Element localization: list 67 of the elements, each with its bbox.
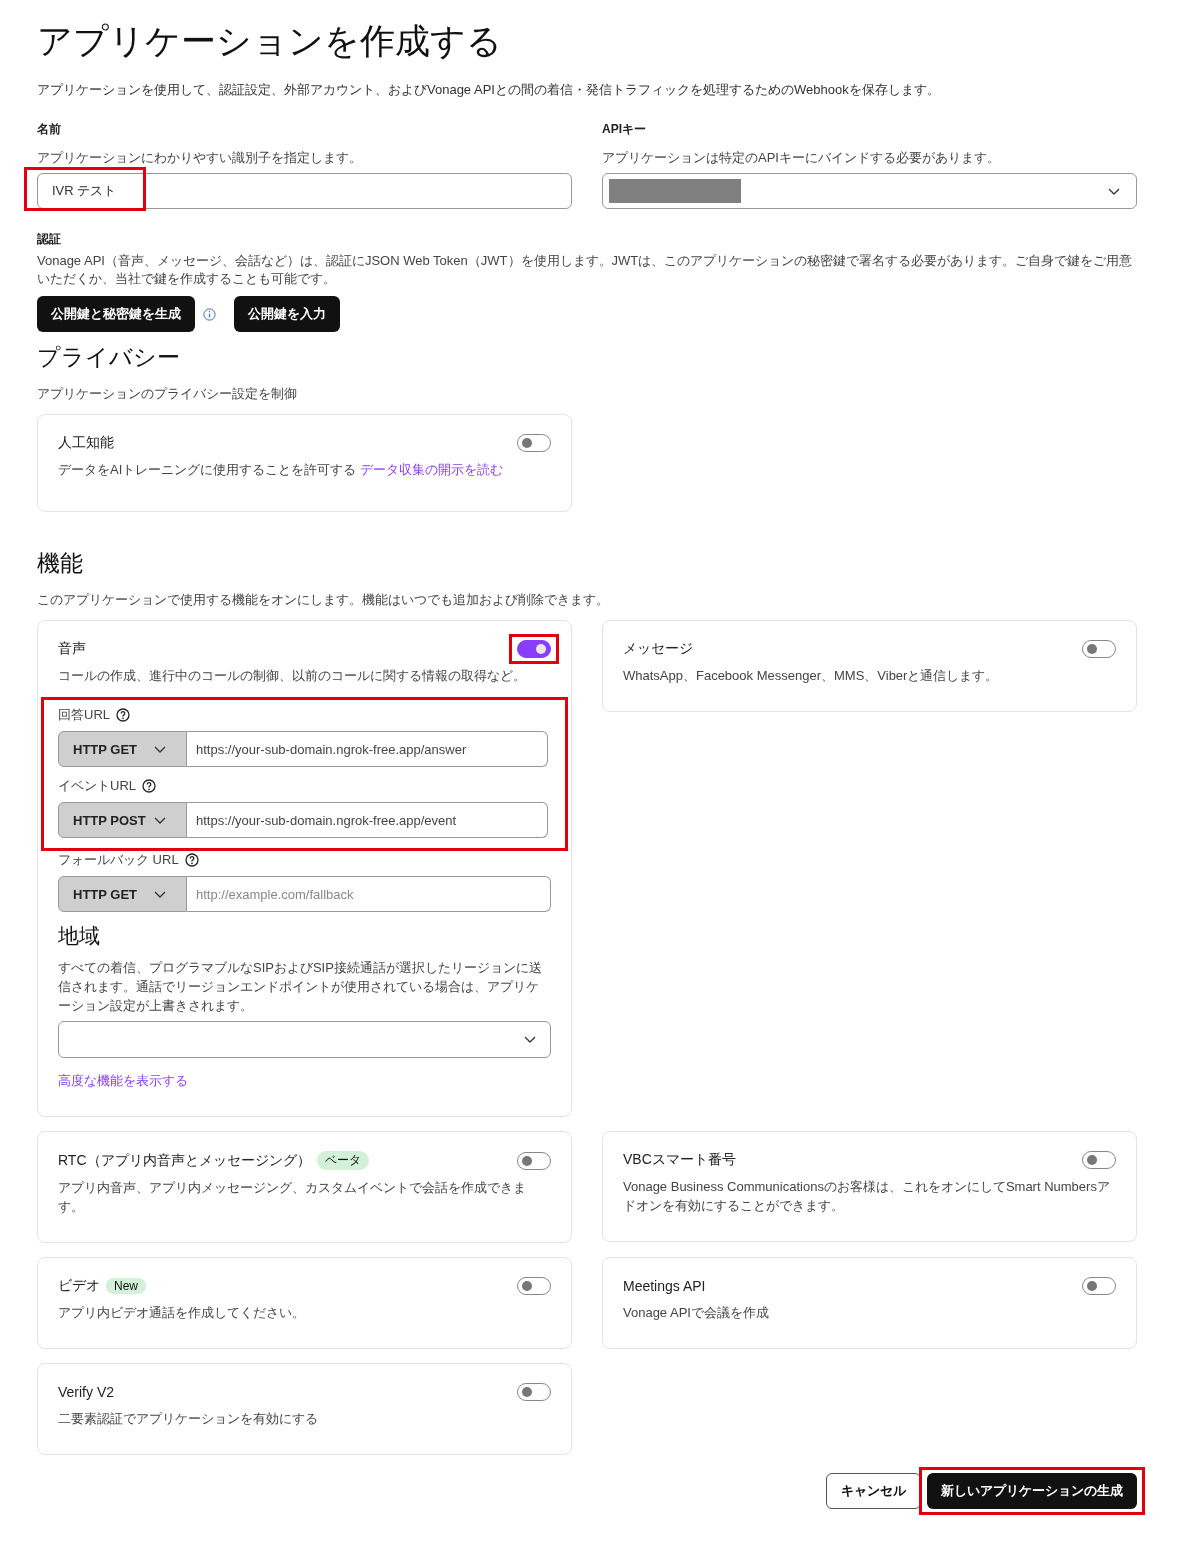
auth-description: Vonage API（音声、メッセージ、会話など）は、認証にJSON Web Token（JWT）を使用します。JWTは、このアプリケーションの秘密鍵で署名する必要があります。ご自身で鍵をご用意いただくか、当社で鍵を作成することも可能です。 — [37, 252, 1134, 288]
feature-description: データをAIトレーニングに使用することを許可する データ収集の開示を読む — [58, 461, 504, 479]
feature-badge: ベータ — [316, 1151, 369, 1170]
feature-title: Meetings API — [623, 1278, 706, 1294]
field-label: APIキー — [602, 121, 647, 138]
section-heading: プライバシー — [37, 343, 181, 372]
create-button[interactable]: 新しいアプリケーションの生成 — [927, 1473, 1137, 1509]
page-title: アプリケーションを作成する — [37, 20, 503, 62]
method-select[interactable]: HTTP POST — [58, 802, 187, 838]
toggle-switch[interactable] — [1082, 1277, 1116, 1295]
chevron-down-icon — [154, 816, 166, 824]
region-heading: 地域 — [58, 923, 101, 949]
key-button[interactable]: 公開鍵と秘密鍵を生成 — [37, 296, 195, 332]
section-description: このアプリケーションで使用する機能をオンにします。機能はいつでも追加および削除できます。 — [37, 591, 610, 609]
url-input[interactable]: https://your-sub-domain.ngrok-free.app/event — [187, 802, 548, 838]
section-description: アプリケーションのプライバシー設定を制御 — [37, 385, 298, 403]
field-hint: アプリケーションは特定のAPIキーにバインドする必要があります。 — [602, 149, 1001, 167]
url-label: 回答URL — [58, 706, 110, 724]
advanced-features-link[interactable]: 高度な機能を表示する — [58, 1072, 188, 1090]
url-label: フォールバック URL — [58, 851, 179, 869]
region-description: すべての着信、プログラマブルなSIPおよびSIP接続通話が選択したリージョンに送信されます。通話でリージョンエンドポイントが使用されている場合は、アプリケーション設定が上書きされます。 — [58, 959, 543, 1015]
feature-description: 二要素認証でアプリケーションを有効にする — [58, 1410, 319, 1428]
feature-title: 音声 — [58, 640, 86, 658]
feature-title: メッセージ — [623, 640, 693, 658]
info-icon — [203, 307, 216, 321]
feature-title: ビデオ — [58, 1277, 100, 1295]
feature-title: Verify V2 — [58, 1384, 115, 1400]
chevron-down-icon — [154, 890, 166, 898]
section-label: 認証 — [37, 231, 62, 248]
help-icon — [116, 708, 130, 722]
help-icon — [142, 779, 156, 793]
api-key-select[interactable] — [602, 173, 1137, 209]
feature-description: コールの作成、進行中のコールの制御、以前のコールに関する情報の取得など。 — [58, 667, 527, 685]
cancel-button[interactable]: キャンセル — [826, 1473, 921, 1509]
feature-title: 人工知能 — [58, 434, 114, 452]
feature-title: RTC（アプリ内音声とメッセージング） — [58, 1151, 311, 1170]
chevron-down-icon — [524, 1036, 536, 1043]
feature-description: アプリ内ビデオ通話を作成してください。 — [58, 1304, 306, 1322]
feature-description: Vonage APIで会議を作成 — [623, 1304, 770, 1322]
toggle-switch[interactable] — [517, 1383, 551, 1401]
help-icon — [184, 853, 199, 867]
feature-description: アプリ内音声、アプリ内メッセージング、カスタムイベントで会話を作成できます。 — [58, 1179, 527, 1216]
field-hint: アプリケーションにわかりやすい識別子を指定します。 — [37, 149, 363, 167]
toggle-switch[interactable] — [517, 640, 551, 658]
chevron-down-icon — [1108, 187, 1120, 195]
url-input[interactable]: http://example.com/fallback — [187, 876, 551, 912]
method-select[interactable]: HTTP GET — [58, 876, 187, 912]
feature-description: Vonage Business Communicationsのお客様は、これをオンにしてSmart Numbersアドオンを有効にすることができます。 — [623, 1178, 1111, 1215]
url-input[interactable]: https://your-sub-domain.ngrok-free.app/answer — [187, 731, 548, 767]
toggle-switch[interactable] — [517, 1151, 551, 1170]
feature-description: WhatsApp、Facebook Messenger、MMS、Viberと通信します。 — [623, 667, 1000, 685]
toggle-switch[interactable] — [1082, 640, 1116, 658]
section-heading: 機能 — [37, 549, 84, 578]
toggle-switch[interactable] — [1082, 1151, 1116, 1169]
feature-title: VBCスマート番号 — [623, 1151, 736, 1169]
chevron-down-icon — [154, 745, 166, 753]
field-label: 名前 — [37, 121, 62, 138]
key-button[interactable]: 公開鍵を入力 — [234, 296, 340, 332]
url-label: イベントURL — [58, 777, 136, 795]
disclosure-link[interactable]: データ収集の開示を読む — [359, 462, 503, 477]
toggle-switch[interactable] — [517, 434, 551, 452]
method-select[interactable]: HTTP GET — [58, 731, 187, 767]
name-input[interactable]: IVR テスト — [37, 173, 572, 209]
region-select[interactable] — [58, 1021, 551, 1058]
toggle-switch[interactable] — [517, 1277, 551, 1295]
feature-badge: New — [106, 1278, 146, 1294]
intro-text: アプリケーションを使用して、認証設定、外部アカウント、およびVonage APIとの間の着信・発信トラフィックを処理するためのWebhookを保存します。 — [37, 81, 941, 99]
